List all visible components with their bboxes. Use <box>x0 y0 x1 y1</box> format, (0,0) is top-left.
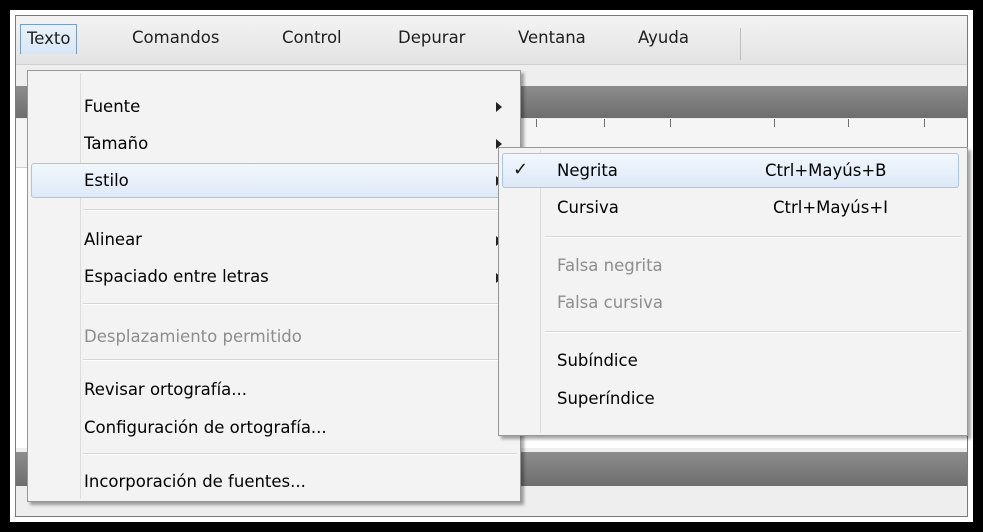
submenu-gutter <box>540 150 541 433</box>
texto-dropdown-menu: Fuente Tamaño Estilo Alinear Espaciado e… <box>27 70 521 502</box>
menu-texto[interactable]: Texto <box>20 24 78 54</box>
shortcut-negrita: Ctrl+Mayús+B <box>765 161 887 180</box>
screenshot-frame: Texto Comandos Control Depurar Ventana A… <box>10 10 973 522</box>
submenu-item-superindice[interactable]: Superíndice <box>557 382 655 415</box>
checkmark-icon: ✓ <box>513 159 529 180</box>
menu-item-configuracion-ortografia[interactable]: Configuración de ortografía... <box>84 411 327 444</box>
menu-separator <box>83 453 517 455</box>
estilo-submenu: ✓ Negrita Ctrl+Mayús+B Cursiva Ctrl+Mayú… <box>498 147 968 436</box>
menu-ventana[interactable]: Ventana <box>510 24 594 52</box>
menu-item-estilo[interactable]: Estilo <box>84 164 129 197</box>
submenu-item-negrita[interactable]: Negrita <box>557 154 618 187</box>
submenu-arrow-icon <box>496 102 502 112</box>
menu-gutter <box>80 73 81 499</box>
menu-item-incorporacion-fuentes[interactable]: Incorporación de fuentes... <box>84 465 306 498</box>
menu-separator <box>83 209 517 211</box>
submenu-item-cursiva[interactable]: Cursiva <box>557 191 619 224</box>
ruler-tick <box>604 119 605 127</box>
menu-control[interactable]: Control <box>274 24 350 52</box>
shortcut-cursiva: Ctrl+Mayús+I <box>773 198 889 217</box>
menu-item-tamano[interactable]: Tamaño <box>84 127 148 160</box>
ruler-tick <box>848 119 849 127</box>
submenu-item-falsa-cursiva: Falsa cursiva <box>557 293 663 312</box>
menu-comandos[interactable]: Comandos <box>124 24 227 52</box>
ruler-tick <box>670 119 671 127</box>
menu-item-alinear[interactable]: Alinear <box>84 223 142 256</box>
menu-item-espaciado[interactable]: Espaciado entre letras <box>84 260 269 293</box>
menu-bar: Texto Comandos Control Depurar Ventana A… <box>16 16 967 65</box>
menu-item-desplazamiento: Desplazamiento permitido <box>84 327 302 346</box>
menubar-divider <box>740 28 741 60</box>
menu-depurar[interactable]: Depurar <box>390 24 473 52</box>
submenu-item-falsa-negrita: Falsa negrita <box>557 256 663 275</box>
submenu-separator <box>545 236 961 238</box>
submenu-item-subindice[interactable]: Subíndice <box>557 344 638 377</box>
menu-separator <box>83 359 517 361</box>
ruler-tick <box>774 119 775 127</box>
submenu-separator <box>545 331 961 333</box>
menu-separator <box>83 303 517 305</box>
ruler-tick <box>924 119 925 127</box>
ruler-tick <box>536 119 537 127</box>
menu-item-fuente[interactable]: Fuente <box>84 90 140 123</box>
menu-item-revisar-ortografia[interactable]: Revisar ortografía... <box>84 373 247 406</box>
menu-ayuda[interactable]: Ayuda <box>630 24 697 52</box>
